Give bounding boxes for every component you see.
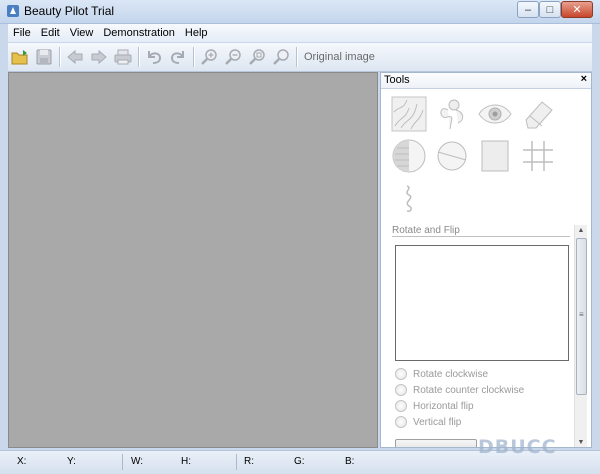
option-label: Rotate clockwise [413, 368, 489, 380]
vertical-flip-option[interactable]: Vertical flip [395, 416, 461, 428]
apply-button[interactable] [395, 439, 477, 447]
option-label: Rotate counter clockwise [413, 384, 525, 396]
radio-button[interactable] [395, 368, 407, 380]
section-divider [392, 236, 570, 237]
rotate-clockwise-option[interactable]: Rotate clockwise [395, 368, 488, 380]
back-button[interactable] [64, 46, 86, 68]
scroll-down-arrow-icon[interactable]: ▼ [575, 437, 587, 447]
redo-icon [170, 51, 184, 64]
tool-wave-button[interactable] [390, 179, 428, 217]
zoom-actual-button[interactable] [270, 46, 292, 68]
tool-contrast-button[interactable] [390, 137, 428, 175]
arrow-right-icon [91, 49, 107, 65]
option-label: Vertical flip [413, 416, 462, 428]
wave-icon [406, 185, 412, 212]
split-circle-icon [437, 141, 467, 171]
tools-panel-header: Tools × [381, 73, 591, 89]
scroll-grip-icon: ≡ [579, 310, 584, 319]
contrast-icon [392, 139, 426, 173]
radio-button[interactable] [395, 384, 407, 396]
toolbar: Original image [8, 43, 592, 72]
status-separator [122, 454, 123, 470]
undo-button[interactable] [143, 46, 165, 68]
status-y: Y: [67, 456, 76, 467]
app-icon [7, 5, 19, 17]
open-button[interactable] [9, 46, 31, 68]
printer-icon [114, 49, 132, 65]
save-button[interactable] [33, 46, 55, 68]
maximize-button[interactable]: □ [539, 1, 561, 18]
menu-help[interactable]: Help [180, 24, 213, 42]
image-canvas[interactable] [8, 72, 378, 448]
open-folder-icon [11, 50, 28, 65]
tools-panel-title: Tools [384, 74, 410, 86]
watermark-logo: DBUCC [478, 436, 557, 458]
menu-file[interactable]: File [8, 24, 36, 42]
scrollbar-thumb[interactable]: ≡ [576, 238, 587, 395]
minimize-button[interactable]: – [517, 1, 539, 18]
zoom-actual-icon [273, 49, 289, 65]
zoom-in-button[interactable] [198, 46, 220, 68]
menu-view[interactable]: View [65, 24, 99, 42]
menu-edit[interactable]: Edit [36, 24, 65, 42]
cupid-icon [440, 99, 464, 130]
original-image-button[interactable]: Original image [304, 51, 375, 63]
tool-eraser-button[interactable] [519, 95, 557, 133]
title-bar: Beauty Pilot Trial – □ ✕ [0, 0, 600, 24]
print-button[interactable] [112, 46, 134, 68]
zoom-fit-button[interactable] [246, 46, 268, 68]
tool-split-circle-button[interactable] [433, 137, 471, 175]
menu-bar: File Edit View Demonstration Help [8, 24, 592, 42]
rotate-preview-box [395, 245, 569, 361]
scroll-up-arrow-icon[interactable]: ▲ [575, 225, 587, 237]
tools-panel-close-icon[interactable]: × [581, 73, 587, 85]
radio-button[interactable] [395, 416, 407, 428]
status-w: W: [131, 456, 144, 467]
menu-demonstration[interactable]: Demonstration [98, 24, 180, 42]
rotate-flip-section-title: Rotate and Flip [392, 225, 460, 236]
tool-grid-button[interactable] [519, 137, 557, 175]
zoom-fit-icon [249, 49, 265, 65]
zoom-out-button[interactable] [222, 46, 244, 68]
eraser-icon [525, 101, 553, 129]
texture-icon [391, 96, 427, 132]
status-x: X: [17, 456, 27, 467]
tool-cupid-button[interactable] [433, 95, 471, 133]
tools-panel-scrollbar[interactable]: ▲ ≡ ▼ [574, 225, 587, 447]
status-r: R: [244, 456, 254, 467]
toolbar-separator [296, 47, 297, 67]
redo-button[interactable] [167, 46, 189, 68]
eye-icon [478, 104, 512, 124]
crop-frame-icon [481, 140, 509, 172]
horizontal-flip-option[interactable]: Horizontal flip [395, 400, 474, 412]
radio-button[interactable] [395, 400, 407, 412]
zoom-in-icon [201, 49, 217, 65]
rotate-counter-clockwise-option[interactable]: Rotate counter clockwise [395, 384, 524, 396]
window-title: Beauty Pilot Trial [24, 4, 115, 18]
status-separator [236, 454, 237, 470]
status-g: G: [294, 456, 305, 467]
save-disk-icon [36, 49, 52, 65]
tool-eye-button[interactable] [476, 95, 514, 133]
status-h: H: [181, 456, 191, 467]
grid-icon [523, 141, 553, 171]
zoom-out-icon [225, 49, 241, 65]
tools-panel: Tools × Rotate and Flip Rotate clockwise… [380, 72, 592, 448]
forward-button[interactable] [88, 46, 110, 68]
close-button[interactable]: ✕ [561, 1, 593, 18]
toolbar-separator [59, 47, 60, 67]
toolbar-separator [193, 47, 194, 67]
tool-texture-button[interactable] [390, 95, 428, 133]
status-b: B: [345, 456, 355, 467]
undo-icon [148, 51, 162, 64]
option-label: Horizontal flip [413, 400, 474, 412]
toolbar-separator [138, 47, 139, 67]
tool-crop-button[interactable] [476, 137, 514, 175]
arrow-left-icon [67, 49, 83, 65]
